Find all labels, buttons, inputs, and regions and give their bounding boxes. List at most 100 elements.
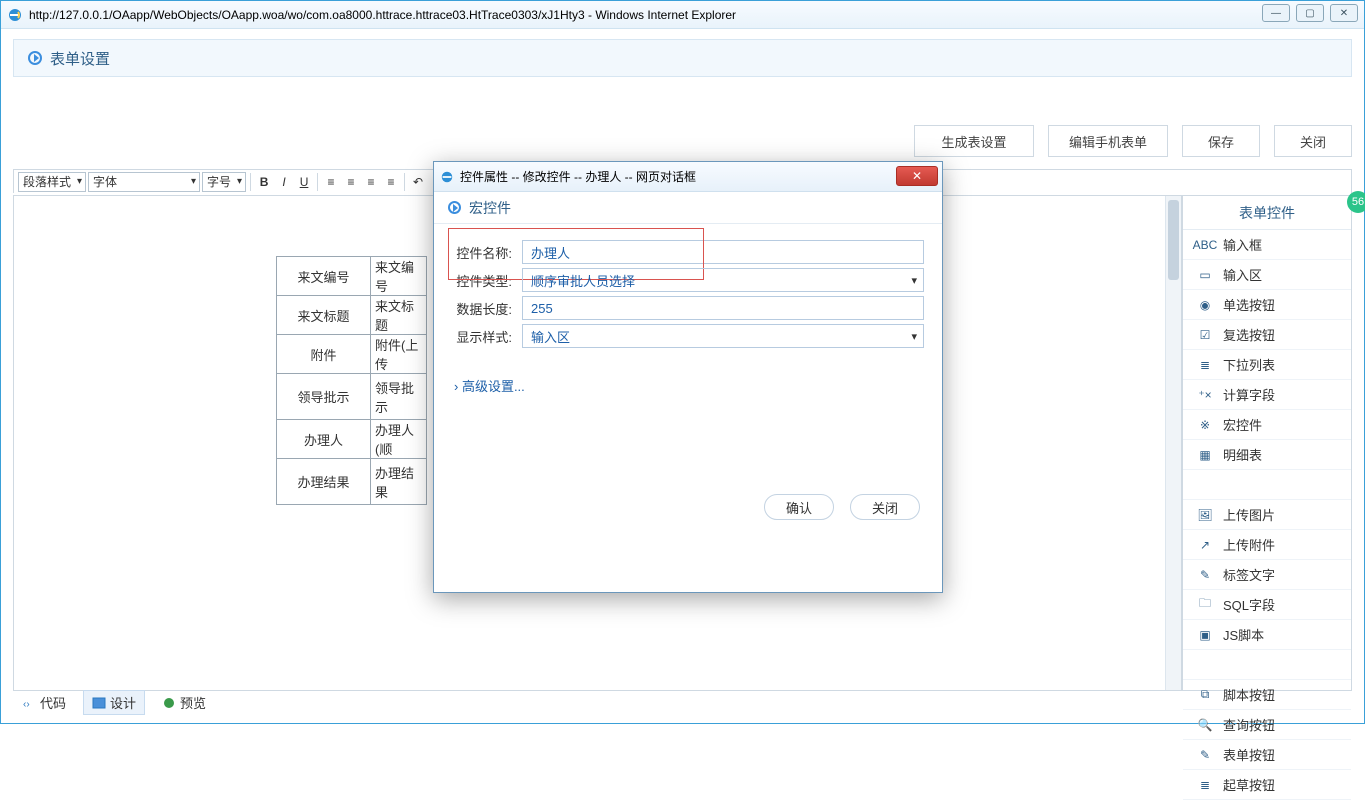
ctrl-radio[interactable]: ◉单选按钮 bbox=[1183, 290, 1351, 320]
paragraph-style-select[interactable]: 段落样式 bbox=[18, 172, 86, 192]
display-style-select[interactable]: 输入区 bbox=[522, 324, 924, 348]
align-right-button[interactable]: ≡ bbox=[362, 173, 380, 191]
align-center-button[interactable]: ≡ bbox=[342, 173, 360, 191]
row-label: 附件 bbox=[277, 335, 371, 374]
save-button[interactable]: 保存 bbox=[1182, 125, 1260, 157]
chevron-circle-icon bbox=[28, 51, 42, 65]
window-controls: — ▢ ✕ bbox=[1262, 4, 1358, 22]
svg-text:‹›: ‹› bbox=[23, 699, 30, 710]
dialog-close-button[interactable]: ✕ bbox=[896, 166, 938, 186]
bold-button[interactable]: B bbox=[255, 173, 273, 191]
top-action-bar: 生成表设置 编辑手机表单 保存 关闭 bbox=[914, 125, 1352, 157]
row-value[interactable]: 办理结果 bbox=[371, 459, 427, 505]
field-name-label: 控件名称: bbox=[452, 243, 522, 262]
ctrl-dropdown[interactable]: ≣下拉列表 bbox=[1183, 350, 1351, 380]
row-label: 办理人 bbox=[277, 420, 371, 459]
page-title: 表单设置 bbox=[50, 48, 110, 69]
page-header: 表单设置 bbox=[13, 39, 1352, 77]
ctrl-textarea[interactable]: ▭输入区 bbox=[1183, 260, 1351, 290]
app-window: http://127.0.0.1/OAapp/WebObjects/OAapp.… bbox=[0, 0, 1365, 724]
ctrl-macro[interactable]: ※宏控件 bbox=[1183, 410, 1351, 440]
dialog-button-bar: 确认 关闭 bbox=[764, 494, 920, 520]
code-icon: ‹› bbox=[22, 696, 36, 710]
font-size-select[interactable]: 字号 bbox=[202, 172, 246, 192]
dialog-cancel-button[interactable]: 关闭 bbox=[850, 494, 920, 520]
row-label: 来文标题 bbox=[277, 296, 371, 335]
copy-icon: ⧉ bbox=[1197, 687, 1213, 703]
dialog-titlebar[interactable]: 控件属性 -- 修改控件 -- 办理人 -- 网页对话框 ✕ bbox=[434, 162, 942, 192]
ctrl-query-btn[interactable]: 🔍查询按钮 bbox=[1183, 710, 1351, 740]
tab-preview[interactable]: 预览 bbox=[153, 690, 215, 715]
ctrl-upload-file[interactable]: ↗上传附件 bbox=[1183, 530, 1351, 560]
grid-icon: ▦ bbox=[1197, 447, 1213, 463]
row-value[interactable]: 附件(上传 bbox=[371, 335, 427, 374]
row-value[interactable]: 来文标题 bbox=[371, 296, 427, 335]
maximize-button[interactable]: ▢ bbox=[1296, 4, 1324, 22]
ctrl-checkbox[interactable]: ☑复选按钮 bbox=[1183, 320, 1351, 350]
ie-icon bbox=[440, 170, 454, 184]
ctrl-detail[interactable]: ▦明细表 bbox=[1183, 440, 1351, 470]
minimize-button[interactable]: — bbox=[1262, 4, 1290, 22]
editor-mode-tabs: ‹›代码 设计 预览 bbox=[13, 690, 215, 715]
browser-url: http://127.0.0.1/OAapp/WebObjects/OAapp.… bbox=[29, 8, 1358, 22]
control-name-input[interactable] bbox=[522, 240, 924, 264]
undo-button[interactable]: ↶ bbox=[409, 173, 427, 191]
field-type-label: 控件类型: bbox=[452, 271, 522, 290]
row-value[interactable]: 来文编号 bbox=[371, 257, 427, 296]
search-icon: 🔍 bbox=[1197, 717, 1213, 733]
preview-icon bbox=[162, 696, 176, 710]
radio-icon: ◉ bbox=[1197, 297, 1213, 313]
underline-button[interactable]: U bbox=[295, 173, 313, 191]
design-icon bbox=[92, 696, 106, 710]
tab-code[interactable]: ‹›代码 bbox=[13, 690, 75, 715]
ctrl-label[interactable]: ✎标签文字 bbox=[1183, 560, 1351, 590]
folder-icon: 🗀 bbox=[1197, 597, 1213, 613]
close-button[interactable]: 关闭 bbox=[1274, 125, 1352, 157]
form-table: 来文编号来文编号 来文标题来文标题 附件附件(上传 领导批示领导批示 办理人办理… bbox=[276, 256, 427, 505]
browser-titlebar: http://127.0.0.1/OAapp/WebObjects/OAapp.… bbox=[1, 1, 1364, 29]
macro-icon: ※ bbox=[1197, 417, 1213, 433]
ctrl-form-btn[interactable]: ✎表单按钮 bbox=[1183, 740, 1351, 770]
list-icon: ≣ bbox=[1197, 357, 1213, 373]
window-close-button[interactable]: ✕ bbox=[1330, 4, 1358, 22]
script-icon: ▣ bbox=[1197, 627, 1213, 643]
image-icon: 🖼 bbox=[1197, 507, 1213, 523]
controls-panel: 表单控件 ABC输入框 ▭输入区 ◉单选按钮 ☑复选按钮 ≣下拉列表 ⁺×计算字… bbox=[1182, 195, 1352, 691]
advanced-settings-link[interactable]: › 高级设置... bbox=[454, 376, 924, 395]
italic-button[interactable]: I bbox=[275, 173, 293, 191]
font-family-select[interactable]: 字体 bbox=[88, 172, 200, 192]
ctrl-js[interactable]: ▣JS脚本 bbox=[1183, 620, 1351, 650]
row-value[interactable]: 领导批示 bbox=[371, 374, 427, 420]
ctrl-script-btn[interactable]: ⧉脚本按钮 bbox=[1183, 680, 1351, 710]
control-properties-dialog: 控件属性 -- 修改控件 -- 办理人 -- 网页对话框 ✕ 宏控件 控件名称:… bbox=[433, 161, 943, 593]
dialog-section-header: 宏控件 bbox=[434, 192, 942, 224]
text-icon: ABC bbox=[1197, 237, 1213, 253]
vertical-scrollbar[interactable] bbox=[1165, 196, 1181, 690]
dialog-body: 控件名称: 控件类型: 顺序审批人员选择 数据长度: 显示样式: 输入区 › 高… bbox=[434, 224, 942, 395]
notification-badge[interactable]: 56 bbox=[1347, 191, 1365, 213]
ctrl-input[interactable]: ABC输入框 bbox=[1183, 230, 1351, 260]
field-length-label: 数据长度: bbox=[452, 299, 522, 318]
pencil-icon: ✎ bbox=[1197, 567, 1213, 583]
ctrl-sql[interactable]: 🗀SQL字段 bbox=[1183, 590, 1351, 620]
chevron-circle-icon bbox=[448, 201, 461, 214]
list-icon: ≣ bbox=[1197, 777, 1213, 793]
data-length-input[interactable] bbox=[522, 296, 924, 320]
dialog-title: 控件属性 -- 修改控件 -- 办理人 -- 网页对话框 bbox=[460, 168, 696, 185]
generate-settings-button[interactable]: 生成表设置 bbox=[914, 125, 1034, 157]
ctrl-draft-btn[interactable]: ≣起草按钮 bbox=[1183, 770, 1351, 800]
dialog-ok-button[interactable]: 确认 bbox=[764, 494, 834, 520]
control-type-select[interactable]: 顺序审批人员选择 bbox=[522, 268, 924, 292]
ctrl-calc[interactable]: ⁺×计算字段 bbox=[1183, 380, 1351, 410]
row-value[interactable]: 办理人(顺 bbox=[371, 420, 427, 459]
row-label: 来文编号 bbox=[277, 257, 371, 296]
edit-mobile-form-button[interactable]: 编辑手机表单 bbox=[1048, 125, 1168, 157]
ie-icon bbox=[7, 7, 23, 23]
pencil-icon: ✎ bbox=[1197, 747, 1213, 763]
ctrl-upload-img[interactable]: 🖼上传图片 bbox=[1183, 500, 1351, 530]
align-justify-button[interactable]: ≡ bbox=[382, 173, 400, 191]
tab-design[interactable]: 设计 bbox=[83, 690, 145, 715]
row-label: 办理结果 bbox=[277, 459, 371, 505]
align-left-button[interactable]: ≡ bbox=[322, 173, 340, 191]
row-label: 领导批示 bbox=[277, 374, 371, 420]
